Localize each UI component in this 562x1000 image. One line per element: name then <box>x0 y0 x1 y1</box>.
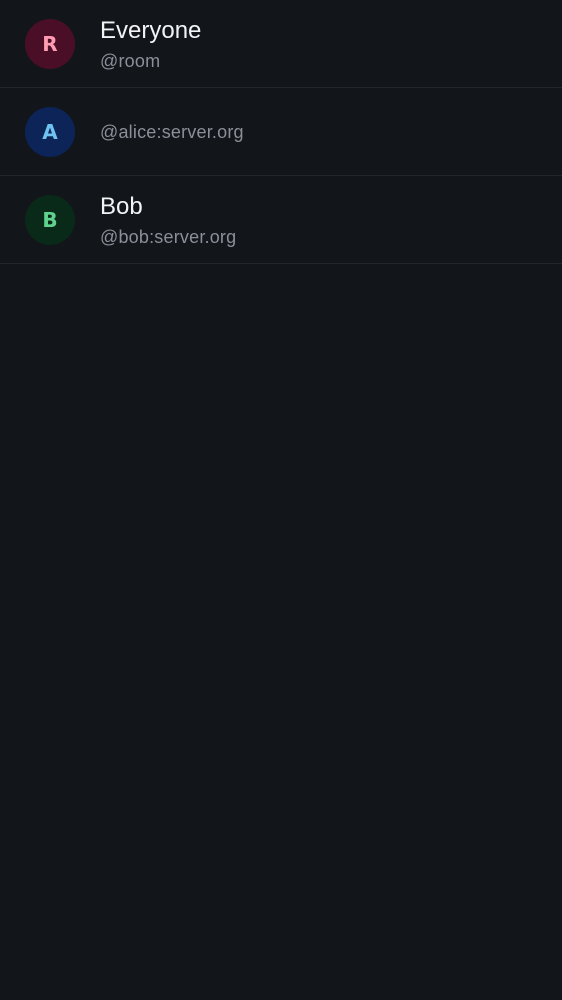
user-handle: @room <box>100 51 161 71</box>
display-name: Everyone <box>100 17 202 44</box>
mention-item-bob[interactable]: B Bob @bob:server.org <box>0 176 562 264</box>
avatar: R <box>25 19 75 69</box>
user-handle: @alice:server.org <box>100 122 244 142</box>
display-name: Bob <box>100 193 143 220</box>
mention-item-room[interactable]: R Everyone @room <box>0 0 562 88</box>
avatar: A <box>25 107 75 157</box>
avatar: B <box>25 195 75 245</box>
mention-item-alice[interactable]: A @alice:server.org <box>0 88 562 176</box>
mention-suggestion-list: R Everyone @room A @alice:server.org B B… <box>0 0 562 264</box>
user-handle: @bob:server.org <box>100 227 237 247</box>
